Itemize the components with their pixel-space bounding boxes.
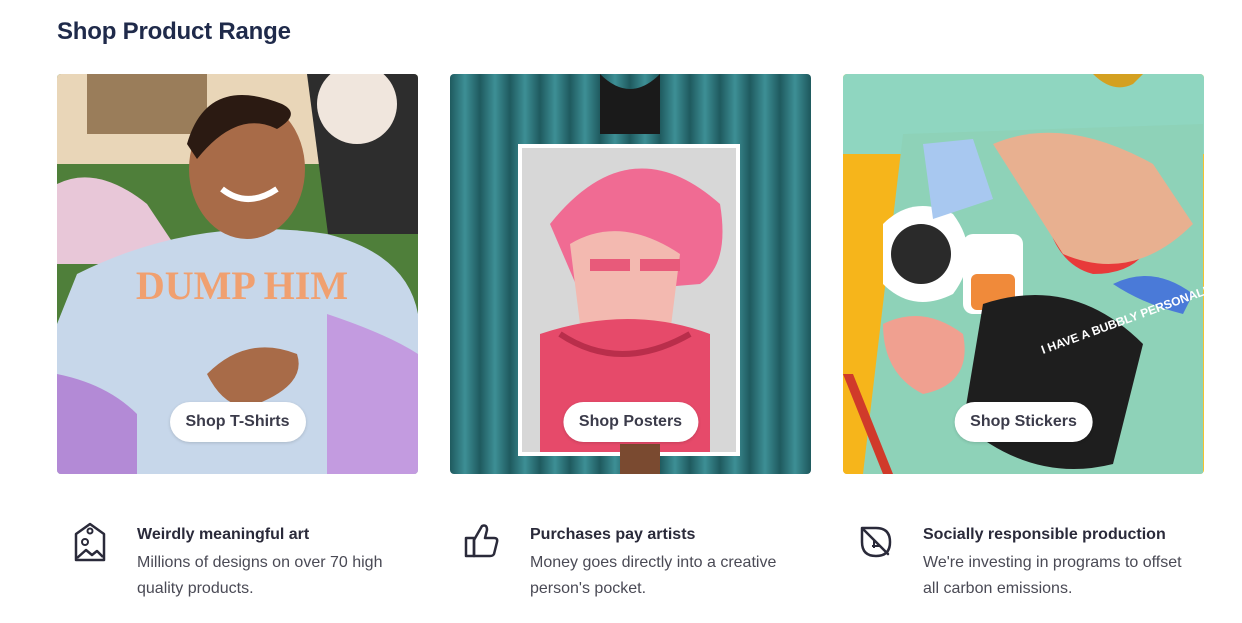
shop-stickers-button[interactable]: Shop Stickers xyxy=(954,402,1093,442)
feature-description: Millions of designs on over 70 high qual… xyxy=(137,554,383,597)
stickers-card[interactable]: I HAVE A BUBBLY PERSONALITY Shop Sticker… xyxy=(843,74,1204,474)
tshirts-card[interactable]: DUMP HIM Shop T-Shirts xyxy=(57,74,418,474)
shop-tshirts-button[interactable]: Shop T-Shirts xyxy=(169,402,306,442)
shop-posters-button[interactable]: Shop Posters xyxy=(562,402,699,442)
leaf-icon xyxy=(860,526,892,558)
feature-description: We're investing in programs to offset al… xyxy=(923,554,1182,597)
thumbs-up-icon xyxy=(464,524,499,558)
feature-title: Socially responsible production xyxy=(923,526,1166,543)
shirt-text: DUMP HIM xyxy=(136,263,348,308)
posters-card[interactable]: Shop Posters xyxy=(450,74,811,474)
feature-title: Weirdly meaningful art xyxy=(137,526,310,543)
image-tag-icon xyxy=(74,522,106,562)
section-title: Shop Product Range xyxy=(57,18,291,45)
feature-title: Purchases pay artists xyxy=(530,526,696,543)
feature-description: Money goes directly into a creative pers… xyxy=(530,554,777,597)
